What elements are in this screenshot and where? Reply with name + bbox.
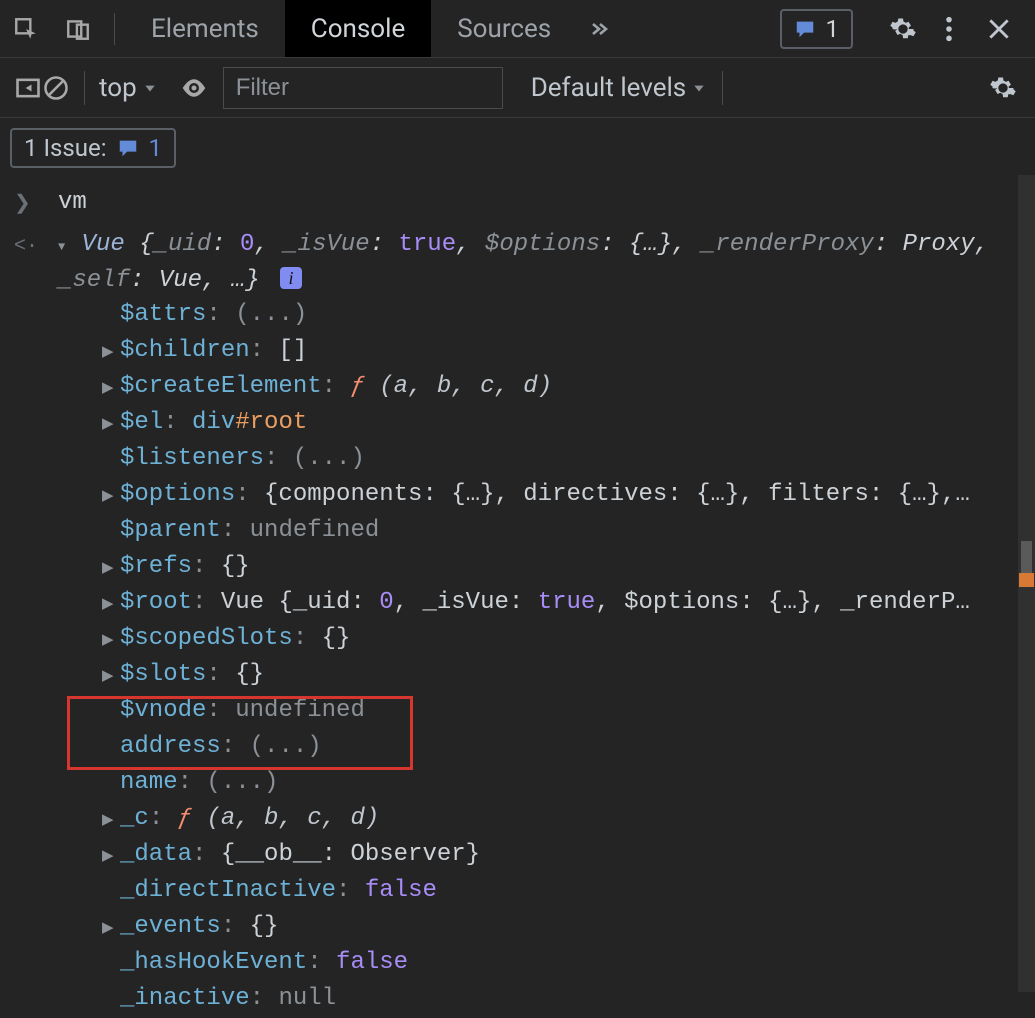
prop-children[interactable]: ▶$children: [] xyxy=(102,334,1021,370)
result-icon: <· xyxy=(14,228,58,264)
context-label: top xyxy=(99,73,137,103)
tab-sources[interactable]: Sources xyxy=(431,0,577,57)
console-output: ❯ vm <· ▼ Vue {_uid: 0, _isVue: true, $o… xyxy=(0,168,1035,1018)
prop-attrs[interactable]: $attrs: (...) xyxy=(102,298,1021,334)
prop-vnode[interactable]: $vnode: undefined xyxy=(102,694,1021,730)
separator xyxy=(84,71,85,105)
tab-elements[interactable]: Elements xyxy=(125,0,285,57)
close-icon[interactable] xyxy=(981,11,1017,47)
console-settings-icon[interactable] xyxy=(985,70,1021,106)
issues-bar: 1 Issue: 1 xyxy=(0,118,1035,168)
prop-el[interactable]: ▶$el: div#root xyxy=(102,406,1021,442)
settings-icon[interactable] xyxy=(885,11,921,47)
scrollbar-marker xyxy=(1019,573,1034,587)
prop-directInactive[interactable]: _directInactive: false xyxy=(102,874,1021,910)
object-summary[interactable]: Vue {_uid: 0, _isVue: true, $options: {…… xyxy=(58,231,989,294)
toggle-sidebar-icon[interactable] xyxy=(14,74,42,102)
prop-hasHookEvent[interactable]: _hasHookEvent: false xyxy=(102,946,1021,982)
kebab-menu-icon[interactable] xyxy=(931,11,967,47)
clear-console-icon[interactable] xyxy=(42,74,70,102)
scrollbar[interactable] xyxy=(1018,175,1035,992)
prop-inactive[interactable]: _inactive: null xyxy=(102,982,1021,1018)
separator xyxy=(722,71,723,105)
prop-options[interactable]: ▶$options: {components: {…}, directives:… xyxy=(102,478,1021,514)
device-toggle-icon[interactable] xyxy=(62,13,94,45)
expand-toggle-icon[interactable]: ▼ xyxy=(58,230,65,264)
expanded-properties: $attrs: (...) ▶$children: [] ▶$createEle… xyxy=(58,298,1021,1018)
execution-context-selector[interactable]: top xyxy=(99,73,157,103)
prop-refs[interactable]: ▶$refs: {} xyxy=(102,550,1021,586)
console-result[interactable]: <· ▼ Vue {_uid: 0, _isVue: true, $option… xyxy=(14,228,1021,298)
prop-listeners[interactable]: $listeners: (...) xyxy=(102,442,1021,478)
more-tabs-icon[interactable] xyxy=(583,13,615,45)
prop-scopedSlots[interactable]: ▶$scopedSlots: {} xyxy=(102,622,1021,658)
console-toolbar: top Default levels xyxy=(0,58,1035,118)
filter-input[interactable] xyxy=(223,67,503,109)
prop-c[interactable]: ▶_c: ƒ (a, b, c, d) xyxy=(102,802,1021,838)
inspect-element-icon[interactable] xyxy=(10,13,42,45)
prop-data[interactable]: ▶_data: {__ob__: Observer} xyxy=(102,838,1021,874)
prompt-icon: ❯ xyxy=(14,186,58,222)
devtools-tabbar: Elements Console Sources 1 xyxy=(0,0,1035,58)
input-text: vm xyxy=(58,186,1021,220)
prop-events[interactable]: ▶_events: {} xyxy=(102,910,1021,946)
issues-label: 1 Issue: xyxy=(24,134,107,162)
console-input-echo: ❯ vm xyxy=(14,186,1021,222)
messages-count: 1 xyxy=(826,15,840,43)
prop-name[interactable]: name: (...) xyxy=(102,766,1021,802)
issues-chip[interactable]: 1 Issue: 1 xyxy=(10,128,176,168)
separator xyxy=(114,13,115,45)
prop-root[interactable]: ▶$root: Vue {_uid: 0, _isVue: true, $opt… xyxy=(102,586,1021,622)
prop-createElement[interactable]: ▶$createElement: ƒ (a, b, c, d) xyxy=(102,370,1021,406)
messages-pill[interactable]: 1 xyxy=(780,9,854,49)
live-expression-icon[interactable] xyxy=(179,73,209,103)
prop-slots[interactable]: ▶$slots: {} xyxy=(102,658,1021,694)
log-levels-selector[interactable]: Default levels xyxy=(531,73,707,103)
prop-parent[interactable]: $parent: undefined xyxy=(102,514,1021,550)
issues-count: 1 xyxy=(149,134,163,162)
levels-label: Default levels xyxy=(531,73,687,103)
info-badge-icon[interactable]: i xyxy=(280,267,302,289)
prop-address[interactable]: address: (...) xyxy=(102,730,1021,766)
tab-console[interactable]: Console xyxy=(285,0,431,57)
